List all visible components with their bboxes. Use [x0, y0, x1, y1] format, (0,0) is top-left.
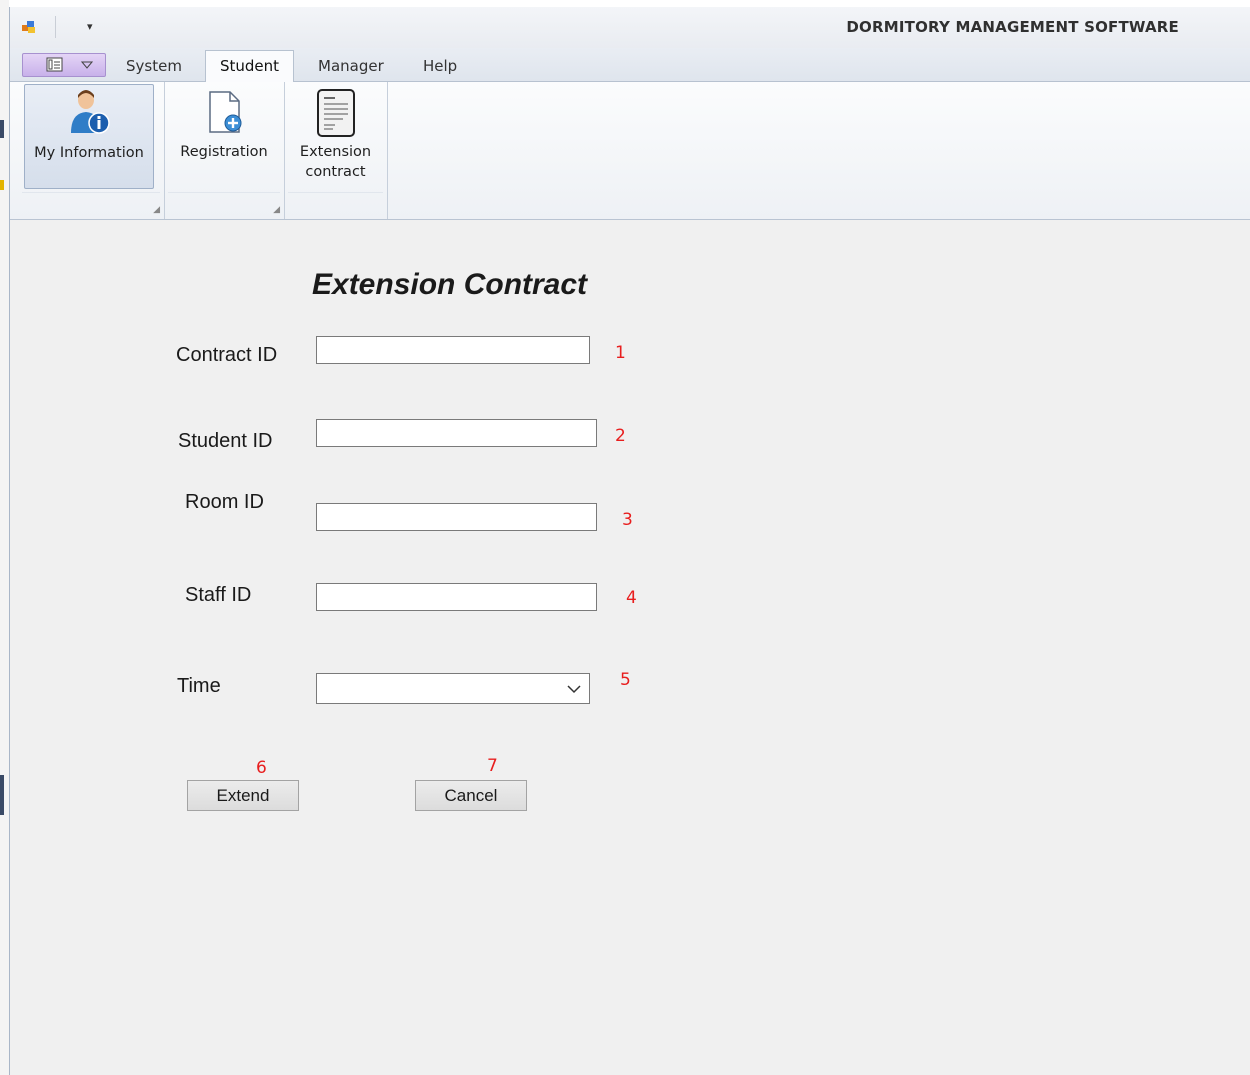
form-title: Extension Contract [312, 268, 588, 301]
desktop-background-strip [0, 0, 9, 1075]
title-bar: ▾ DORMITORY MANAGEMENT SOFTWARE [10, 7, 1250, 48]
extension-contract-label-line2: contract [305, 164, 366, 180]
group-footer [288, 192, 383, 217]
extension-contract-label-line1: Extension [299, 144, 372, 160]
desktop-artifact [0, 180, 4, 190]
contract-document-icon [317, 89, 355, 137]
quick-access-dropdown-icon[interactable]: ▾ [87, 20, 93, 33]
marker-5: 5 [620, 670, 631, 690]
room-id-label: Room ID [185, 491, 264, 513]
room-id-input[interactable] [316, 503, 597, 531]
staff-id-input[interactable] [316, 583, 597, 611]
tab-manager[interactable]: Manager [318, 57, 384, 75]
extension-contract-button[interactable]: Extension contract [288, 84, 383, 187]
student-id-input[interactable] [316, 419, 597, 447]
marker-7: 7 [487, 756, 498, 776]
cancel-button[interactable]: Cancel [415, 780, 527, 811]
desktop-artifact [0, 775, 4, 815]
registration-label: Registration [180, 144, 268, 160]
form-area: Extension Contract Contract ID 1 Student… [10, 220, 1250, 1075]
desktop-artifact [0, 120, 4, 138]
tab-student[interactable]: Student [205, 50, 295, 82]
quick-access-separator [55, 16, 56, 38]
app-window: ▾ DORMITORY MANAGEMENT SOFTWARE System S… [9, 7, 1250, 1075]
contract-id-label: Contract ID [176, 344, 278, 366]
group-launcher-icon[interactable]: ◢ [273, 205, 280, 215]
ribbon-group-extension-contract: Extension contract [284, 82, 388, 219]
panel-icon [46, 57, 63, 72]
marker-4: 4 [626, 588, 637, 608]
ribbon-group-registration: Registration ◢ [164, 82, 285, 219]
extend-button[interactable]: Extend [187, 780, 299, 811]
group-footer [168, 192, 280, 217]
document-add-icon [209, 91, 242, 133]
tab-help[interactable]: Help [423, 57, 457, 75]
time-label: Time [177, 675, 221, 697]
contract-id-input[interactable] [316, 336, 590, 364]
window-title: DORMITORY MANAGEMENT SOFTWARE [846, 18, 1179, 36]
chevron-down-icon [81, 61, 93, 69]
student-id-label: Student ID [178, 430, 273, 452]
marker-6: 6 [256, 758, 267, 778]
group-launcher-icon[interactable]: ◢ [153, 205, 160, 215]
registration-button[interactable]: Registration [168, 84, 280, 187]
app-icon[interactable] [21, 19, 37, 35]
ribbon-group-my-information: My Information ◢ [18, 82, 165, 219]
ribbon-panel: My Information ◢ Registration ◢ Extensio… [10, 82, 1250, 220]
my-information-button[interactable]: My Information [24, 84, 154, 189]
my-information-label: My Information [34, 145, 144, 161]
marker-3: 3 [622, 510, 633, 530]
chevron-down-icon[interactable] [567, 684, 581, 694]
marker-2: 2 [615, 426, 626, 446]
user-info-icon [71, 90, 110, 134]
group-footer [22, 192, 160, 217]
staff-id-label: Staff ID [185, 584, 252, 606]
ribbon-tab-strip: System Student Manager Help [10, 48, 1250, 82]
application-menu-button[interactable] [22, 53, 106, 77]
time-combobox[interactable] [316, 673, 590, 704]
tab-system[interactable]: System [126, 57, 182, 75]
marker-1: 1 [615, 343, 626, 363]
